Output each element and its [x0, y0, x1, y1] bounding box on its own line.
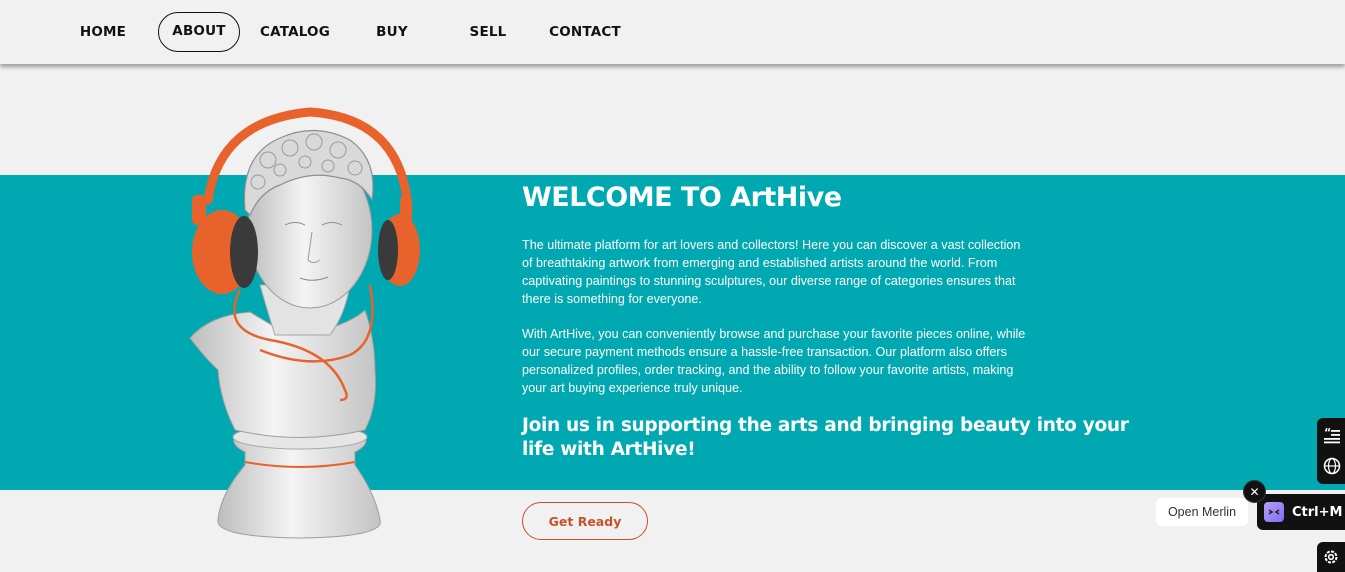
top-navigation: HOME ABOUT CATALOG BUY SELL CONTACT	[0, 0, 1345, 64]
hero-title: WELCOME TO ArtHive	[522, 182, 842, 213]
cta-heading: Join us in supporting the arts and bring…	[522, 415, 1129, 460]
get-ready-button[interactable]: Get Ready	[522, 502, 648, 540]
features-paragraph: With ArtHive, you can conveniently brows…	[522, 327, 1026, 395]
merlin-shortcut-button[interactable]: Ctrl+M	[1257, 494, 1345, 530]
close-icon[interactable]: ✕	[1243, 480, 1266, 503]
nav-contact[interactable]: CONTACT	[548, 12, 622, 52]
open-merlin-tooltip[interactable]: Open Merlin	[1156, 498, 1248, 526]
gear-icon	[1324, 550, 1338, 564]
nav-buy[interactable]: BUY	[370, 12, 414, 52]
statue-bust-image	[189, 107, 420, 539]
svg-text:“: “	[1324, 426, 1331, 439]
nav-home[interactable]: HOME	[78, 12, 128, 52]
nav-catalog[interactable]: CATALOG	[260, 12, 330, 52]
nav-about[interactable]: ABOUT	[158, 12, 240, 52]
merlin-shortcut-label: Ctrl+M	[1292, 504, 1343, 520]
side-toolbar: “	[1317, 418, 1345, 484]
merlin-logo-icon	[1264, 502, 1284, 522]
globe-icon[interactable]	[1323, 457, 1341, 475]
intro-paragraph: The ultimate platform for art lovers and…	[522, 238, 1021, 306]
settings-button[interactable]	[1317, 542, 1345, 572]
nav-sell[interactable]: SELL	[466, 12, 510, 52]
quote-icon[interactable]: “	[1323, 426, 1341, 444]
